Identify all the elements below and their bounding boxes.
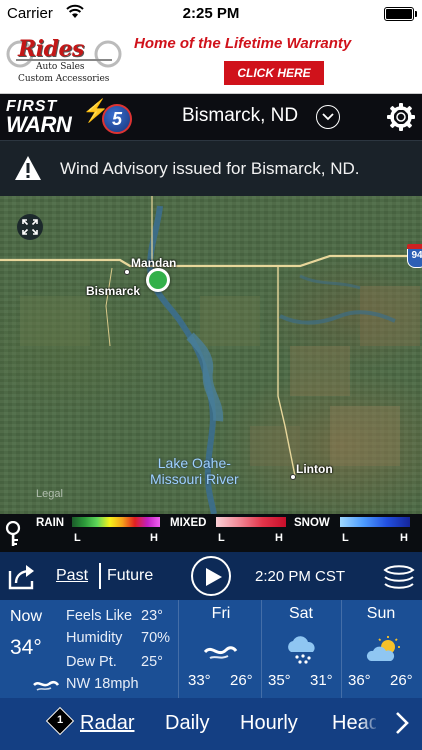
legend-snow-label: SNOW [294, 517, 330, 529]
future-toggle[interactable]: Future [107, 567, 153, 585]
snow-cloud-icon [288, 636, 315, 664]
legend-rain-low: L [74, 532, 81, 544]
radar-map[interactable]: 94 Mandan Bismarck Linton Lake Oahe- Mis… [0, 196, 422, 514]
notification-badge: 1 [45, 706, 75, 736]
now-label: Now [10, 608, 43, 625]
forecast-lo-sat: 31° [310, 672, 333, 689]
partly-sunny-icon [366, 636, 400, 661]
feels-like-label: Feels Like [66, 608, 133, 624]
forecast-day-fri: Fri [211, 605, 231, 622]
legend-mixed-bar [216, 517, 286, 527]
past-toggle[interactable]: Past [56, 567, 88, 585]
battery-icon [384, 7, 417, 21]
channel-badge: 5 [102, 104, 132, 134]
ad-logo-subtitle: Auto Sales [36, 62, 85, 72]
legal-link[interactable]: Legal [36, 488, 63, 500]
legend-mixed-high: H [275, 532, 283, 544]
tab-hourly[interactable]: Hourly [240, 712, 298, 735]
legend-rain-bar [72, 517, 160, 527]
forecast-lo-sun: 26° [390, 672, 413, 689]
chevron-down-icon[interactable] [316, 105, 340, 129]
brand-warn: WARN [6, 112, 72, 137]
key-icon[interactable] [4, 521, 22, 547]
lake-label: Lake Oahe- Missouri River [150, 455, 239, 487]
city-label-linton: Linton [296, 462, 333, 476]
column-divider [341, 600, 342, 698]
forecast-day-sat: Sat [288, 605, 313, 622]
dew-point-value: 25° [141, 654, 163, 670]
layers-icon[interactable] [383, 564, 415, 590]
weather-advisory-banner[interactable]: Wind Advisory issued for Bismarck, ND. [0, 140, 422, 196]
ad-click-button[interactable]: CLICK HERE [224, 61, 324, 85]
forecast-hi-sat: 35° [268, 672, 291, 689]
legend-rain-high: H [150, 532, 158, 544]
current-location-pin[interactable] [146, 268, 170, 292]
status-bar: Carrier 2:25 PM [0, 0, 422, 28]
tab-radar[interactable]: Radar [80, 712, 134, 735]
forecast-lo-fri: 26° [230, 672, 253, 689]
share-icon[interactable] [6, 561, 38, 591]
ad-headline: Home of the Lifetime Warranty [134, 35, 352, 52]
toggle-divider [99, 563, 101, 589]
play-icon [206, 568, 222, 586]
forecast-hi-sun: 36° [348, 672, 371, 689]
legend-snow-bar [340, 517, 410, 527]
warning-icon [15, 156, 41, 180]
dew-point-label: Dew Pt. [66, 654, 117, 670]
ad-logo-title: Rides [18, 36, 84, 62]
wind-icon [33, 680, 59, 691]
forecast-day-sun: Sun [366, 605, 396, 622]
wind-icon [203, 646, 238, 659]
radar-controls: Past Future 2:20 PM CST [0, 552, 422, 600]
legend-mixed-low: L [218, 532, 225, 544]
ad-banner[interactable]: Rides Auto Sales Custom Accessories Home… [0, 28, 422, 94]
bottom-tab-bar: 1 Radar Daily Hourly Headlines [0, 698, 422, 750]
brand-logo: FIRST WARN ⚡ 5 [4, 98, 134, 137]
legend-mixed-label: MIXED [170, 517, 207, 529]
ad-logo: Rides Auto Sales Custom Accessories [6, 32, 122, 88]
conditions-panel[interactable]: Now 34° Feels Like 23° Humidity 70% Dew … [0, 600, 422, 698]
badge-count: 1 [56, 713, 64, 726]
column-divider [261, 600, 262, 698]
tab-fade [360, 698, 380, 750]
forecast-hi-fri: 33° [188, 672, 211, 689]
expand-map-button[interactable] [17, 214, 43, 240]
legend-rain-label: RAIN [36, 517, 65, 529]
tab-daily[interactable]: Daily [165, 712, 209, 735]
expand-icon [22, 219, 38, 235]
city-marker [124, 269, 130, 275]
interstate-shield: 94 [407, 244, 422, 268]
wind-value: NW 18mph [66, 676, 139, 692]
chevron-right-icon[interactable] [394, 711, 410, 735]
legend-snow-high: H [400, 532, 408, 544]
play-button[interactable] [191, 556, 231, 596]
lake-label-line1: Lake Oahe- [157, 455, 231, 471]
lake-label-line2: Missouri River [150, 471, 239, 487]
current-temperature: 34° [10, 636, 42, 659]
app-header: FIRST WARN ⚡ 5 Bismarck, ND [0, 94, 422, 140]
column-divider [178, 600, 179, 698]
feels-like-value: 23° [141, 608, 163, 624]
legend-snow-low: L [342, 532, 349, 544]
advisory-text: Wind Advisory issued for Bismarck, ND. [60, 159, 360, 178]
status-time: 2:25 PM [182, 5, 240, 22]
gear-icon[interactable] [386, 102, 416, 132]
humidity-label: Humidity [66, 630, 123, 646]
ad-logo-tagline: Custom Accessories [18, 74, 110, 84]
city-label-bismarck: Bismarck [86, 284, 141, 298]
radar-frame-time: 2:20 PM CST [255, 568, 346, 585]
humidity-value: 70% [141, 630, 171, 646]
location-label[interactable]: Bismarck, ND [182, 105, 298, 127]
radar-legend: RAIN L H MIXED L H SNOW L H [0, 514, 422, 552]
